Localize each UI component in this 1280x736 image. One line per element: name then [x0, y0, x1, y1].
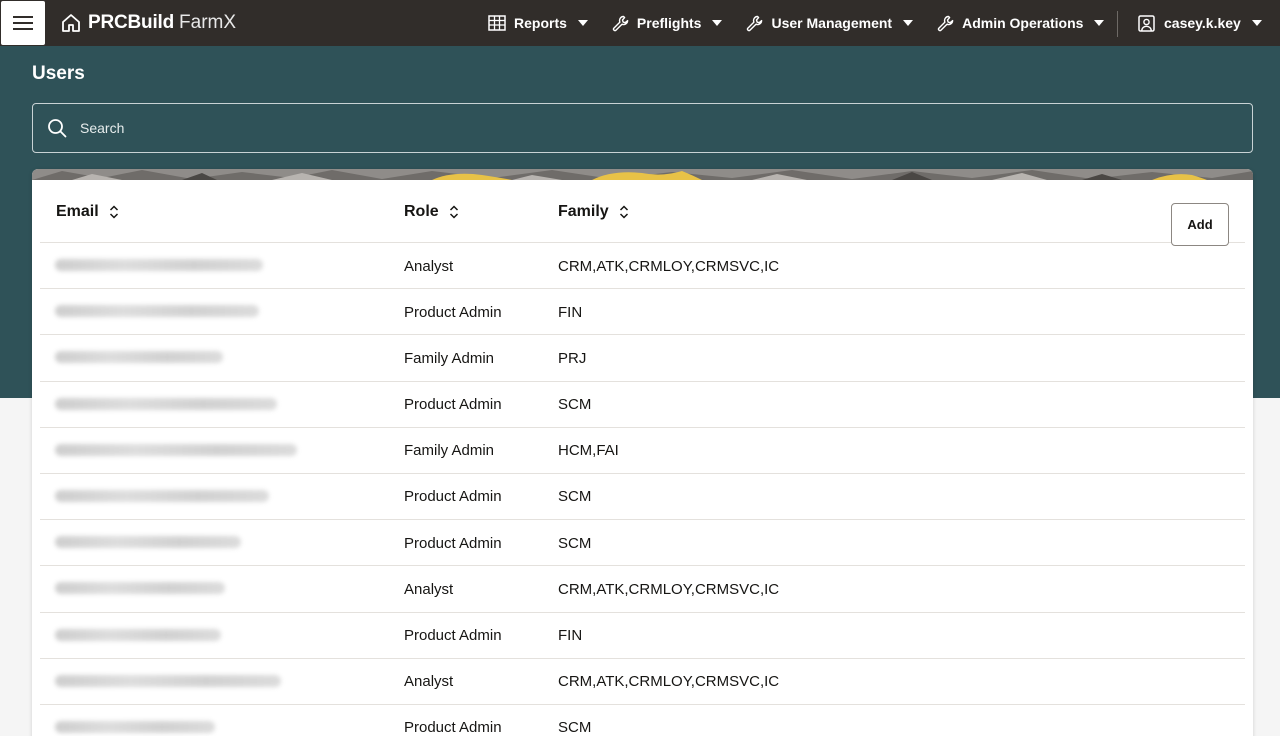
decorative-banner: [32, 169, 1253, 180]
nav-user-management[interactable]: User Management: [746, 0, 914, 46]
user-menu[interactable]: casey.k.key: [1138, 0, 1262, 46]
add-button[interactable]: Add: [1171, 203, 1229, 246]
family-cell: SCM: [558, 534, 592, 552]
search-bar[interactable]: [32, 103, 1253, 153]
email-redacted: [55, 351, 223, 364]
column-header-label: Role: [404, 202, 439, 220]
email-redacted: [55, 489, 269, 502]
chevron-down-icon: [577, 20, 588, 26]
table-row[interactable]: Product Admin SCM: [40, 382, 1245, 428]
email-redacted: [55, 674, 281, 687]
sort-icon: [449, 204, 459, 219]
nav-preflights[interactable]: Preflights: [612, 0, 723, 46]
user-icon: [1138, 14, 1155, 32]
role-cell: Product Admin: [404, 627, 502, 644]
table-row[interactable]: Family Admin PRJ: [40, 335, 1245, 382]
email-redacted: [55, 536, 241, 549]
nav-reports[interactable]: Reports: [488, 0, 588, 46]
nav-preflights-label: Preflights: [636, 15, 702, 31]
brand-product: FarmX: [179, 12, 237, 33]
table-row[interactable]: Analyst CRM,ATK,CRMLOY,CRMSVC,IC: [40, 566, 1245, 613]
table-row[interactable]: Family Admin HCM,FAI: [40, 428, 1245, 474]
chevron-down-icon: [1094, 20, 1105, 26]
family-cell: CRM,ATK,CRMLOY,CRMSVC,IC: [558, 673, 780, 691]
app-brand[interactable]: PRCBuild FarmX: [61, 0, 236, 46]
search-input[interactable]: [80, 120, 1180, 136]
search-icon: [47, 118, 67, 138]
table-row[interactable]: Product Admin SCM: [40, 705, 1245, 736]
nav-reports-label: Reports: [514, 15, 567, 31]
family-cell: PRJ: [558, 349, 587, 367]
chevron-down-icon: [712, 20, 723, 26]
family-cell: SCM: [558, 488, 592, 506]
role-cell: Product Admin: [404, 719, 502, 736]
home-icon: [61, 13, 81, 33]
wrench-icon: [612, 15, 629, 32]
menu-button[interactable]: [1, 1, 45, 45]
nav-admin-operations[interactable]: Admin Operations: [937, 0, 1105, 46]
email-redacted: [55, 259, 263, 271]
table-row[interactable]: Product Admin FIN: [40, 613, 1245, 659]
page-title: Users: [32, 63, 85, 84]
table-row[interactable]: Analyst CRM,ATK,CRMLOY,CRMSVC,IC: [40, 243, 1245, 290]
table-row[interactable]: Product Admin SCM: [40, 520, 1245, 567]
column-header-email[interactable]: Email: [56, 180, 119, 243]
role-cell: Analyst: [404, 257, 454, 275]
role-cell: Product Admin: [404, 303, 502, 321]
role-cell: Analyst: [404, 580, 454, 598]
email-redacted: [55, 305, 259, 318]
users-table-card: Email Role Family Add Analyst CRM,ATK,CR…: [32, 169, 1253, 736]
role-cell: Product Admin: [404, 488, 502, 506]
top-navigation-bar: PRCBuild FarmX Reports Preflights User M…: [0, 0, 1280, 46]
role-cell: Product Admin: [404, 534, 502, 552]
family-cell: SCM: [558, 719, 592, 736]
nav-admin-operations-label: Admin Operations: [962, 15, 1084, 31]
role-cell: Analyst: [404, 673, 454, 691]
table-body: Analyst CRM,ATK,CRMLOY,CRMSVC,IC Product…: [40, 243, 1245, 736]
table-row[interactable]: Product Admin FIN: [40, 289, 1245, 336]
column-header-role[interactable]: Role: [404, 180, 459, 243]
role-cell: Family Admin: [404, 442, 495, 460]
wrench-icon: [937, 15, 954, 32]
sort-icon: [109, 204, 119, 219]
chevron-down-icon: [903, 20, 914, 26]
table-row[interactable]: Product Admin SCM: [40, 474, 1245, 521]
hamburger-icon: [13, 16, 33, 30]
column-header-family[interactable]: Family: [558, 180, 629, 243]
table-icon: [488, 15, 506, 31]
nav-user-management-label: User Management: [771, 15, 893, 31]
family-cell: HCM,FAI: [558, 442, 619, 460]
family-cell: CRM,ATK,CRMLOY,CRMSVC,IC: [558, 580, 780, 598]
nav-divider: [1117, 11, 1118, 37]
table-row[interactable]: Analyst CRM,ATK,CRMLOY,CRMSVC,IC: [40, 659, 1245, 705]
email-redacted: [55, 443, 297, 456]
family-cell: SCM: [558, 396, 592, 414]
column-header-label: Email: [56, 202, 99, 220]
main-nav: Reports Preflights User Management Admin…: [488, 0, 1128, 46]
family-cell: FIN: [558, 627, 583, 644]
chevron-down-icon: [1251, 20, 1262, 26]
email-redacted: [55, 397, 277, 410]
email-redacted: [55, 628, 221, 641]
wrench-icon: [746, 15, 763, 32]
family-cell: FIN: [558, 303, 583, 321]
table-header: Email Role Family Add: [40, 180, 1245, 246]
role-cell: Family Admin: [404, 349, 495, 367]
family-cell: CRM,ATK,CRMLOY,CRMSVC,IC: [558, 257, 780, 275]
sort-icon: [619, 204, 629, 219]
user-name: casey.k.key: [1164, 15, 1241, 31]
email-redacted: [55, 720, 215, 733]
column-header-label: Family: [558, 202, 609, 220]
brand-name: PRCBuild: [88, 12, 175, 33]
email-redacted: [55, 582, 225, 595]
role-cell: Product Admin: [404, 396, 502, 414]
